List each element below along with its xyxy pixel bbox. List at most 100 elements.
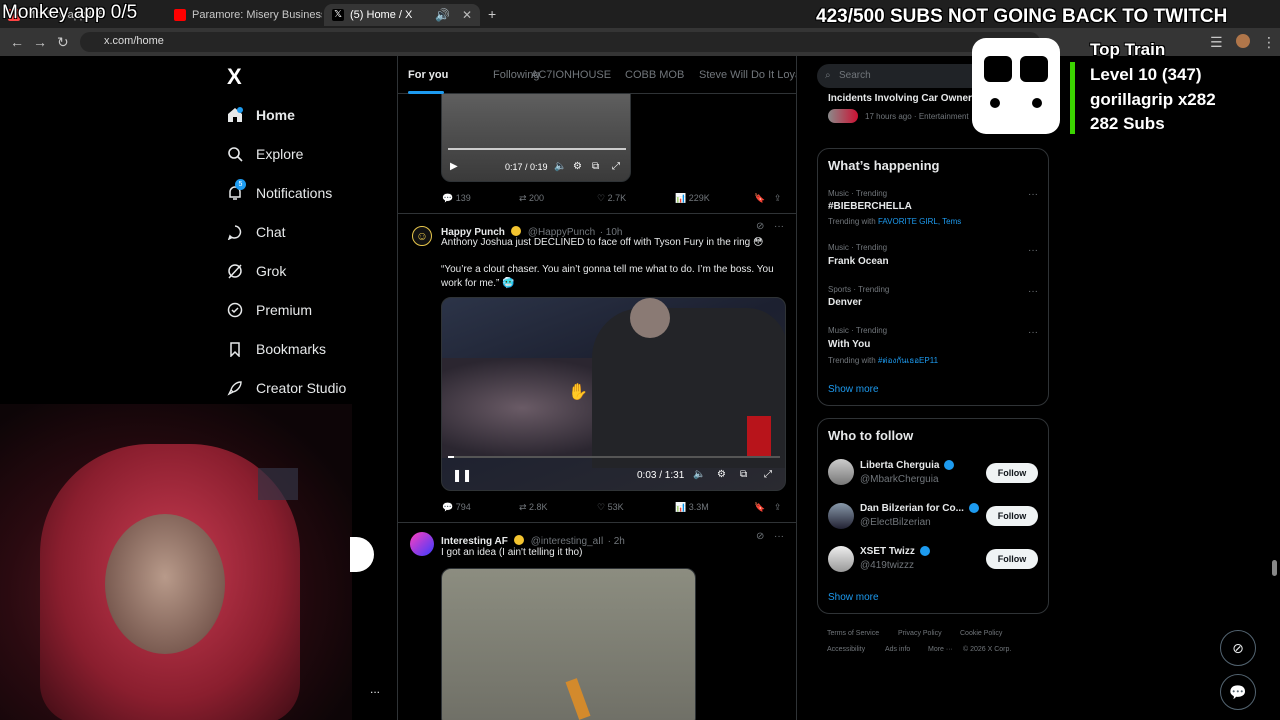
cigarette-image xyxy=(565,678,591,720)
back-icon[interactable]: ← xyxy=(10,34,24,50)
nav-item-explore[interactable]: Explore xyxy=(226,145,303,163)
shirt-logo xyxy=(747,416,771,456)
share-icon[interactable]: ⇪ xyxy=(774,193,782,204)
avatar[interactable] xyxy=(410,532,434,556)
browser-tab-x-home[interactable]: 𝕏 (5) Home / X 🔊 ✕ xyxy=(324,4,480,26)
trend-with-links[interactable]: #ต่องกันเธอEP11 xyxy=(878,356,938,365)
settings-icon[interactable]: ⚙ xyxy=(573,161,582,172)
scrollbar[interactable] xyxy=(1272,560,1277,576)
forward-icon[interactable]: → xyxy=(33,34,47,50)
reply-button[interactable]: 💬 139 xyxy=(442,193,471,204)
like-button[interactable]: ♡ 53K xyxy=(597,502,624,513)
follow-handle: @419twizzz xyxy=(860,560,915,571)
trend-name[interactable]: #BIEBERCHELLA xyxy=(828,201,912,212)
footer-link[interactable]: Ads info xyxy=(885,646,910,653)
url-field[interactable]: x.com/home xyxy=(80,32,1040,52)
footer-link[interactable]: Privacy Policy xyxy=(898,630,942,637)
tweet-image[interactable] xyxy=(441,568,696,720)
pip-icon[interactable]: ⧉ xyxy=(740,469,747,480)
share-icon[interactable]: ⇪ xyxy=(774,502,782,513)
nav-item-chat[interactable]: Chat xyxy=(226,223,286,241)
grok-icon[interactable]: ⊘ xyxy=(756,531,764,542)
avatar[interactable] xyxy=(828,546,854,572)
trend-name[interactable]: Frank Ocean xyxy=(828,256,889,267)
tab-label: Paramore: Misery Business [OFF xyxy=(192,9,322,21)
tab-ac7ionhouse[interactable]: AC7IONHOUSE xyxy=(531,69,611,81)
verified-badge-icon xyxy=(968,503,979,514)
tab-cobb-mob[interactable]: COBB MOB xyxy=(625,69,684,81)
bookmark-icon[interactable]: 🔖 xyxy=(754,193,765,204)
nav-item-grok[interactable]: Grok xyxy=(226,262,286,280)
tab-steve-will-do-it-loyal[interactable]: Steve Will Do It Loyal xyxy=(699,69,796,81)
bookmark-icon[interactable]: 🔖 xyxy=(754,502,765,513)
reload-icon[interactable]: ↻ xyxy=(57,34,69,51)
follow-button[interactable]: Follow xyxy=(986,506,1038,526)
volume-icon[interactable]: 🔈 xyxy=(693,469,705,480)
views-button[interactable]: 📊 3.3M xyxy=(675,502,709,513)
footer-link[interactable]: Cookie Policy xyxy=(960,630,1002,637)
reply-button[interactable]: 💬 794 xyxy=(442,502,471,513)
footer-link[interactable]: Terms of Service xyxy=(827,630,879,637)
fullscreen-icon[interactable]: ⤢ xyxy=(612,161,620,172)
follow-name[interactable]: Liberta Cherguia xyxy=(860,460,956,471)
tweet-text: Anthony Joshua just DECLINED to face off… xyxy=(441,237,764,248)
follow-name-text: XSET Twizz xyxy=(860,546,915,557)
panel-title: What’s happening xyxy=(828,158,940,173)
messages-fab-icon[interactable]: 💬 xyxy=(1220,674,1256,710)
trend-more-icon[interactable]: ··· xyxy=(1028,327,1038,338)
trending-story-title[interactable]: Incidents Involving Car Owner xyxy=(828,93,972,104)
settings-icon[interactable]: ⚙ xyxy=(717,469,726,480)
like-button[interactable]: ♡ 2.7K xyxy=(597,193,626,204)
nav-item-home[interactable]: Home xyxy=(226,106,295,124)
trend-name[interactable]: With You xyxy=(828,339,870,350)
follow-button[interactable]: Follow xyxy=(986,463,1038,483)
follow-name[interactable]: Dan Bilzerian for Co... xyxy=(860,503,981,514)
repost-button[interactable]: ⇄ 2.8K xyxy=(519,502,548,513)
show-more-link[interactable]: Show more xyxy=(828,384,879,395)
nav-item-premium[interactable]: Premium xyxy=(226,301,312,319)
avatar[interactable]: ☺ xyxy=(412,226,432,246)
nav-item-bookmarks[interactable]: Bookmarks xyxy=(226,340,326,358)
profile-avatar-icon[interactable] xyxy=(1236,34,1250,48)
pip-icon[interactable]: ⧉ xyxy=(592,161,599,172)
footer-link[interactable]: More ··· xyxy=(928,646,953,653)
footer-link[interactable]: Accessibility xyxy=(827,646,865,653)
account-more-icon[interactable]: ... xyxy=(370,682,380,696)
repost-button[interactable]: ⇄ 200 xyxy=(519,193,544,204)
nav-item-creator-studio[interactable]: Creator Studio xyxy=(226,379,346,397)
trend-with-links[interactable]: FAVORITE GIRL, Tems xyxy=(878,217,961,226)
nav-item-notifications[interactable]: 5 Notifications xyxy=(226,179,332,202)
show-more-link[interactable]: Show more xyxy=(828,592,879,603)
volume-icon[interactable]: 🔈 xyxy=(554,161,566,172)
browser-tab-paramore[interactable]: Paramore: Misery Business [OFF ✕ xyxy=(166,4,322,26)
new-tab-button[interactable]: + xyxy=(488,6,496,22)
video-progress-bar[interactable] xyxy=(448,456,780,458)
trend-more-icon[interactable]: ··· xyxy=(1028,245,1038,256)
follow-name[interactable]: XSET Twizz xyxy=(860,546,932,557)
tab-for-you[interactable]: For you xyxy=(408,69,448,81)
views-button[interactable]: 📊 229K xyxy=(675,193,710,204)
who-to-follow-panel: Who to follow Liberta Cherguia @MbarkChe… xyxy=(817,418,1049,614)
tweet-divider xyxy=(398,522,796,523)
trend-name[interactable]: Denver xyxy=(828,297,862,308)
kebab-menu-icon[interactable]: ⋮ xyxy=(1262,34,1276,51)
video-progress-fill xyxy=(448,456,454,458)
speaker-icon[interactable]: 🔊 xyxy=(435,8,450,22)
follow-button[interactable]: Follow xyxy=(986,549,1038,569)
play-icon[interactable]: ▶ xyxy=(450,161,458,172)
grok-icon[interactable]: ⊘ xyxy=(756,221,764,232)
tweet-text: “You’re a clout chaser. You ain’t gonna … xyxy=(441,264,774,289)
menu-icon[interactable]: ☰ xyxy=(1210,34,1223,51)
video-progress-bar[interactable] xyxy=(448,148,626,150)
close-tab-icon[interactable]: ✕ xyxy=(462,8,472,22)
fullscreen-icon[interactable]: ⤢ xyxy=(764,469,772,480)
trend-more-icon[interactable]: ··· xyxy=(1028,286,1038,297)
trend-more-icon[interactable]: ··· xyxy=(1028,189,1038,200)
tweet-video[interactable]: ❚❚ 0:03 / 1:31 🔈 ⚙ ⧉ ⤢ xyxy=(441,297,786,491)
more-icon[interactable]: ··· xyxy=(774,531,784,542)
pause-icon[interactable]: ❚❚ xyxy=(452,468,472,482)
avatar[interactable] xyxy=(828,503,854,529)
more-icon[interactable]: ··· xyxy=(774,221,784,232)
avatar[interactable] xyxy=(828,459,854,485)
grok-fab-icon[interactable]: ⊘ xyxy=(1220,630,1256,666)
